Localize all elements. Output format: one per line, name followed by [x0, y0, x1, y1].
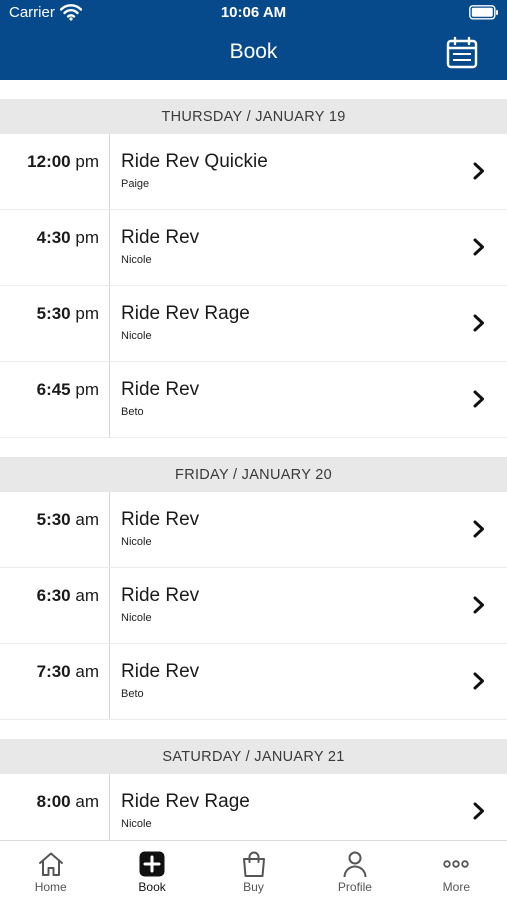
instructor-name: Nicole — [121, 818, 152, 830]
class-time: 5:30 am — [0, 492, 110, 567]
chevron-right-icon — [473, 520, 484, 538]
status-time: 10:06 AM — [220, 4, 287, 21]
class-name: Ride Rev Rage — [121, 303, 250, 324]
chevron-right-icon — [473, 390, 484, 408]
class-name: Ride Rev — [121, 509, 200, 530]
class-name: Ride Rev — [121, 585, 200, 606]
battery-icon — [469, 5, 499, 24]
instructor-name: Paige — [121, 178, 150, 190]
chevron-right-icon — [473, 672, 484, 690]
class-time: 7:30 am — [0, 644, 110, 719]
tab-label: More — [442, 880, 470, 894]
class-time: 8:00 am — [0, 774, 110, 840]
class-row[interactable]: 7:30 am Ride Rev Beto — [0, 644, 507, 720]
class-row[interactable]: 8:00 am Ride Rev Rage Nicole — [0, 774, 507, 840]
class-time: 4:30 pm — [0, 210, 110, 285]
time-value: 5:30 — [36, 304, 71, 323]
class-row[interactable]: 5:30 am Ride Rev Nicole — [0, 492, 507, 568]
chevron-right-icon — [473, 162, 484, 180]
class-name: Ride Rev — [121, 379, 200, 400]
tab-label: Book — [138, 880, 166, 894]
time-ampm: pm — [75, 152, 99, 171]
section-spacer — [0, 720, 507, 739]
class-time: 6:45 pm — [0, 362, 110, 437]
time-ampm: pm — [75, 304, 99, 323]
section-spacer — [0, 438, 507, 457]
section-header-thursday: THURSDAY / JANUARY 19 — [0, 99, 507, 134]
class-name: Ride Rev — [121, 227, 200, 248]
tab-label: Home — [34, 880, 67, 894]
time-ampm: am — [75, 792, 99, 811]
tab-profile[interactable]: Profile — [304, 841, 405, 900]
calendar-icon — [446, 36, 478, 69]
instructor-name: Beto — [121, 688, 144, 700]
time-value: 8:00 — [36, 792, 71, 811]
shopping-bag-icon — [242, 851, 265, 877]
time-value: 12:00 — [27, 152, 71, 171]
time-value: 4:30 — [36, 228, 71, 247]
person-icon — [343, 851, 367, 878]
instructor-name: Beto — [121, 406, 144, 418]
time-value: 7:30 — [36, 662, 71, 681]
instructor-name: Nicole — [121, 330, 152, 342]
class-row[interactable]: 12:00 pm Ride Rev Quickie Paige — [0, 134, 507, 210]
instructor-name: Nicole — [121, 536, 152, 548]
class-name: Ride Rev Quickie — [121, 151, 268, 172]
tab-more[interactable]: More — [406, 841, 507, 900]
time-ampm: am — [75, 510, 99, 529]
class-time: 5:30 pm — [0, 286, 110, 361]
calendar-button[interactable] — [445, 36, 479, 70]
plus-square-icon — [139, 851, 165, 877]
app-header: Carrier 10:06 AM Book — [0, 0, 507, 80]
instructor-name: Nicole — [121, 254, 152, 266]
time-value: 5:30 — [36, 510, 71, 529]
time-value: 6:45 — [36, 380, 71, 399]
class-name: Ride Rev — [121, 661, 200, 682]
time-ampm: pm — [75, 228, 99, 247]
class-time: 12:00 pm — [0, 134, 110, 209]
schedule-list[interactable]: THURSDAY / JANUARY 19 12:00 pm Ride Rev … — [0, 80, 507, 840]
chevron-right-icon — [473, 314, 484, 332]
class-name: Ride Rev Rage — [121, 791, 250, 812]
tab-label: Buy — [243, 880, 264, 894]
tab-buy[interactable]: Buy — [203, 841, 304, 900]
class-row[interactable]: 6:30 am Ride Rev Nicole — [0, 568, 507, 644]
class-row[interactable]: 6:45 pm Ride Rev Beto — [0, 362, 507, 438]
tab-home[interactable]: Home — [0, 841, 101, 900]
time-value: 6:30 — [36, 586, 71, 605]
ellipsis-icon — [443, 860, 470, 868]
class-row[interactable]: 5:30 pm Ride Rev Rage Nicole — [0, 286, 507, 362]
chevron-right-icon — [473, 596, 484, 614]
time-ampm: am — [75, 662, 99, 681]
time-ampm: pm — [75, 380, 99, 399]
section-header-saturday: SATURDAY / JANUARY 21 — [0, 739, 507, 774]
class-time: 6:30 am — [0, 568, 110, 643]
tab-book[interactable]: Book — [101, 841, 202, 900]
chevron-right-icon — [473, 802, 484, 820]
status-bar: Carrier 10:06 AM — [0, 0, 507, 26]
class-row[interactable]: 4:30 pm Ride Rev Nicole — [0, 210, 507, 286]
instructor-name: Nicole — [121, 612, 152, 624]
tab-bar: Home Book Buy Profile More — [0, 840, 507, 900]
section-header-friday: FRIDAY / JANUARY 20 — [0, 457, 507, 492]
time-ampm: am — [75, 586, 99, 605]
page-title: Book — [229, 40, 278, 63]
tab-label: Profile — [337, 880, 372, 894]
chevron-right-icon — [473, 238, 484, 256]
home-icon — [38, 852, 63, 876]
